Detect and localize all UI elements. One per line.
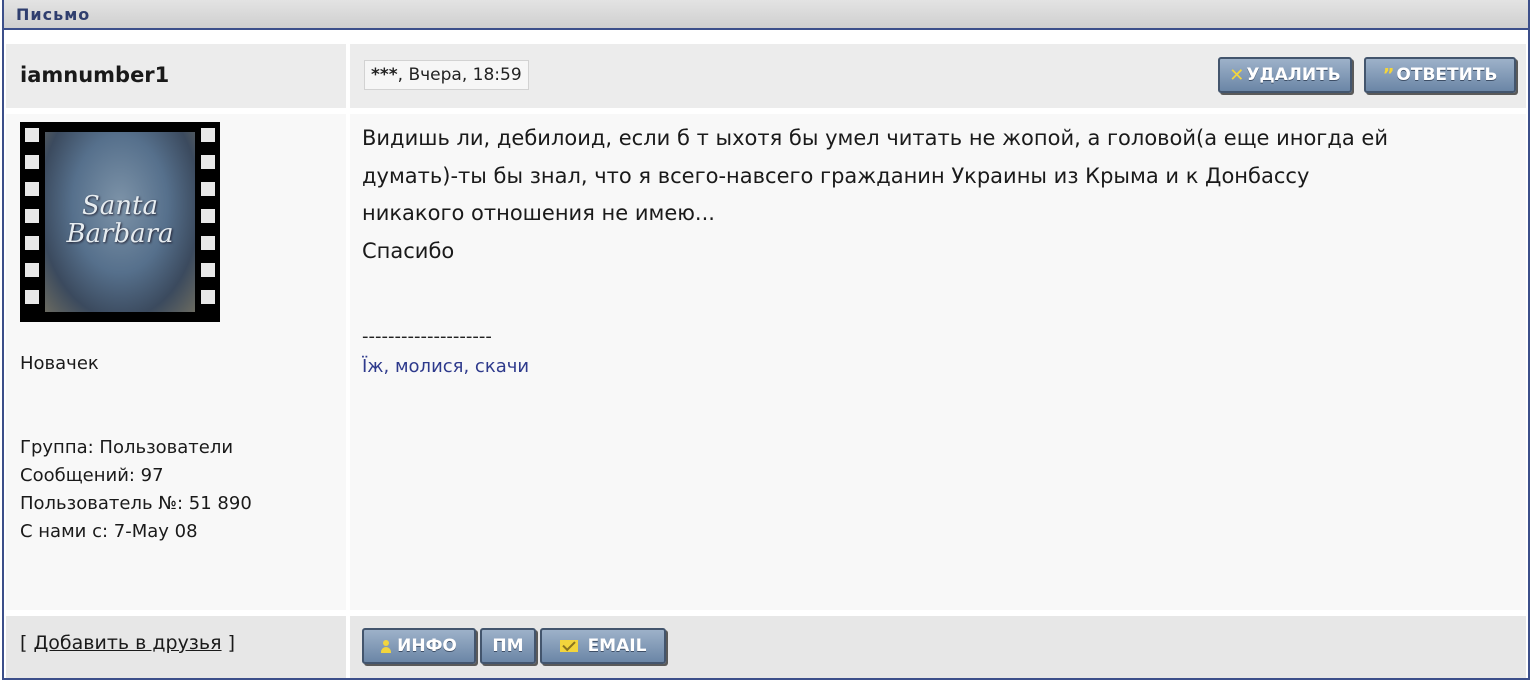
post-text-line: Видишь ли, дебилоид, если б т ыхотя бы у…	[362, 126, 1388, 150]
post-footer-cell: ИНФО ПМ EMAIL	[350, 616, 1526, 678]
post-text-line: думать)-ты бы знал, что я всего-навсего …	[362, 163, 1310, 188]
info-button[interactable]: ИНФО	[362, 628, 476, 664]
post-meta: ***, Вчера, 18:59	[364, 60, 529, 90]
user-join-date: С нами с: 7-May 08	[20, 521, 198, 542]
delete-button-label: УДАЛИТЬ	[1246, 65, 1341, 85]
pm-button-label: ПМ	[492, 636, 524, 656]
post-header-cell: ***, Вчера, 18:59 ✕ УДАЛИТЬ ” ОТВЕТИТЬ	[350, 44, 1526, 108]
avatar: Santa Barbara	[20, 122, 220, 322]
window-title: Письмо	[16, 5, 91, 24]
post-text-line: Спасибо	[362, 238, 455, 263]
author-cell: iamnumber1	[6, 44, 346, 108]
post-body-cell: Видишь ли, дебилоид, если б т ыхотя бы у…	[350, 114, 1526, 610]
post-meta-prefix: ***	[371, 65, 398, 85]
delete-button[interactable]: ✕ УДАЛИТЬ	[1218, 57, 1352, 93]
post-text-line: никакого отношения не имею...	[362, 201, 715, 225]
add-friend: [ Добавить в друзья ]	[20, 632, 235, 654]
reply-button-label: ОТВЕТИТЬ	[1396, 65, 1498, 85]
signature-separator: --------------------	[362, 326, 492, 347]
email-button-label: EMAIL	[587, 636, 647, 656]
avatar-logo: Santa Barbara	[66, 191, 174, 249]
email-button[interactable]: EMAIL	[540, 628, 666, 664]
film-holes-left	[25, 128, 39, 317]
reply-button[interactable]: ” ОТВЕТИТЬ	[1364, 57, 1516, 93]
author-name[interactable]: iamnumber1	[20, 63, 169, 87]
mail-icon	[559, 640, 578, 652]
signature-link[interactable]: Їж, молися, скачи	[362, 356, 529, 377]
window-titlebar: Письмо	[4, 0, 1528, 30]
film-holes-right	[201, 128, 215, 317]
person-icon	[381, 639, 392, 653]
user-id: Пользователь №: 51 890	[20, 493, 252, 514]
post-text: Видишь ли, дебилоид, если б т ыхотя бы у…	[362, 120, 1522, 270]
post-date: , Вчера, 18:59	[397, 65, 522, 85]
user-rank: Новачек	[20, 353, 99, 374]
user-post-count: Сообщений: 97	[20, 465, 164, 486]
user-group: Группа: Пользователи	[20, 437, 234, 458]
add-friend-link[interactable]: Добавить в друзья	[33, 632, 221, 654]
quote-icon: ”	[1382, 64, 1395, 86]
info-button-label: ИНФО	[397, 636, 457, 656]
user-info-cell: Santa Barbara Новачек Группа: Пользовате…	[6, 114, 346, 610]
delete-x-icon: ✕	[1229, 64, 1245, 86]
user-footer-cell: [ Добавить в друзья ]	[6, 616, 346, 678]
post-frame: Письмо iamnumber1 ***, Вчера, 18:59 ✕ УДА…	[2, 0, 1530, 680]
pm-button[interactable]: ПМ	[480, 628, 536, 664]
